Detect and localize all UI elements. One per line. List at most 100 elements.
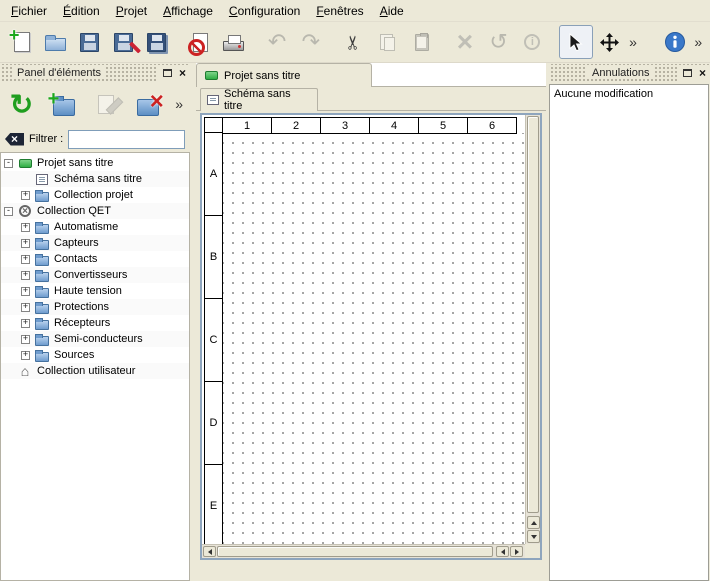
tree-expander-icon[interactable]: [21, 223, 30, 232]
rotate-icon: [489, 29, 507, 55]
undo-icon: [268, 29, 286, 55]
tree-expander-icon[interactable]: [21, 191, 30, 200]
tree-expander-icon[interactable]: [21, 303, 30, 312]
new-element-button[interactable]: [46, 86, 81, 122]
paste-icon: [415, 34, 429, 51]
tree-item[interactable]: Collection QET: [1, 203, 189, 219]
tree-item[interactable]: Récepteurs: [1, 315, 189, 331]
tree-item[interactable]: Haute tension: [1, 283, 189, 299]
tree-expander-icon[interactable]: [21, 319, 30, 328]
tree-item[interactable]: Convertisseurs: [1, 267, 189, 283]
open-document-button[interactable]: [39, 25, 73, 59]
vertical-scrollbar-thumb[interactable]: [527, 116, 539, 513]
move-view-button[interactable]: [593, 25, 627, 59]
save-as-button[interactable]: [106, 25, 140, 59]
close-panel-button[interactable]: ×: [175, 66, 190, 81]
tree-item[interactable]: Collection projet: [1, 187, 189, 203]
tree-expander-icon[interactable]: [4, 207, 13, 216]
scroll-right-button[interactable]: [510, 546, 523, 557]
new-document-button[interactable]: [5, 25, 39, 59]
toolbar-overflow-button[interactable]: »: [626, 25, 640, 59]
delete-element-button[interactable]: [130, 86, 165, 122]
paste-button[interactable]: [405, 25, 439, 59]
elements-panel-toolbar: »: [0, 82, 190, 126]
tree-item[interactable]: Projet sans titre: [1, 155, 189, 171]
project-icon: [205, 71, 218, 80]
scroll-up-button[interactable]: [527, 516, 540, 529]
project-tab-label: Projet sans titre: [224, 70, 300, 82]
panel-overflow-button[interactable]: »: [172, 87, 186, 121]
delete-button[interactable]: [448, 25, 482, 59]
tree-expander-icon[interactable]: [21, 335, 30, 344]
rotate-button[interactable]: [482, 25, 516, 59]
select-pointer-button[interactable]: [559, 25, 593, 59]
tree-item[interactable]: Semi-conducteurs: [1, 331, 189, 347]
tree-item-label: Capteurs: [54, 237, 99, 249]
tree-expander-icon[interactable]: [21, 255, 30, 264]
scroll-left-button[interactable]: [203, 546, 216, 557]
edit-element-button[interactable]: [88, 86, 123, 122]
print-icon: [223, 41, 244, 51]
tree-item-label: Haute tension: [54, 285, 122, 297]
clear-filter-icon[interactable]: [5, 133, 24, 146]
toolbar-separator: [438, 27, 448, 57]
close-document-button[interactable]: [183, 25, 217, 59]
toolbar-overflow-button[interactable]: »: [692, 25, 706, 59]
menu-item[interactable]: Édition: [55, 1, 108, 21]
tree-item[interactable]: Collection utilisateur: [1, 363, 189, 379]
undo-button[interactable]: [260, 25, 294, 59]
toolbar-overflow-icon: »: [694, 34, 702, 50]
cut-button[interactable]: [337, 25, 371, 59]
float-panel-button[interactable]: [680, 66, 695, 81]
schema-view[interactable]: 123456 ABCDE: [200, 113, 542, 560]
scroll-down-button[interactable]: [527, 530, 540, 543]
about-qet-button[interactable]: [658, 25, 692, 59]
menu-item[interactable]: Aide: [372, 1, 412, 21]
print-button[interactable]: [217, 25, 251, 59]
tree-item-label: Semi-conducteurs: [54, 333, 143, 345]
tree-expander-icon[interactable]: [21, 271, 30, 280]
save-all-button[interactable]: [140, 25, 174, 59]
tree-item[interactable]: Sources: [1, 347, 189, 363]
undo-list[interactable]: Aucune modification: [549, 84, 709, 581]
tree-expander-icon[interactable]: [21, 239, 30, 248]
new-element-icon: [53, 99, 75, 116]
tree-expander-icon[interactable]: [21, 351, 30, 360]
schema-tab-label: Schéma sans titre: [224, 88, 311, 112]
scroll-left-button[interactable]: [496, 546, 509, 557]
menu-item[interactable]: Fenêtres: [308, 1, 371, 21]
copy-icon: [384, 37, 395, 51]
elements-panel-titlebar[interactable]: Panel d'éléments ×: [0, 64, 190, 82]
schema-grid[interactable]: [223, 133, 525, 544]
tab-project[interactable]: Projet sans titre: [196, 63, 372, 87]
tab-schema[interactable]: Schéma sans titre: [200, 88, 318, 111]
menu-item[interactable]: Fichier: [3, 1, 55, 21]
menu-item[interactable]: Configuration: [221, 1, 308, 21]
copy-button[interactable]: [371, 25, 405, 59]
menu-item[interactable]: Projet: [108, 1, 155, 21]
close-panel-button[interactable]: ×: [695, 66, 710, 81]
tree-expander-icon[interactable]: [4, 159, 13, 168]
element-info-button[interactable]: [516, 25, 550, 59]
tree-expander-icon[interactable]: [21, 287, 30, 296]
save-button[interactable]: [72, 25, 106, 59]
schema-sheet[interactable]: 123456 ABCDE: [202, 115, 525, 544]
vertical-scrollbar[interactable]: [525, 115, 540, 544]
tree-item-label: Convertisseurs: [54, 269, 127, 281]
menu-item[interactable]: Affichage: [155, 1, 221, 21]
tree-item[interactable]: Contacts: [1, 251, 189, 267]
horizontal-scrollbar-thumb[interactable]: [217, 546, 493, 557]
tree-item[interactable]: Capteurs: [1, 235, 189, 251]
tree-item[interactable]: Protections: [1, 299, 189, 315]
tree-item[interactable]: Schéma sans titre: [1, 171, 189, 187]
reload-collections-button[interactable]: [4, 86, 39, 122]
float-panel-button[interactable]: [160, 66, 175, 81]
redo-button[interactable]: [294, 25, 328, 59]
tree-item[interactable]: Automatisme: [1, 219, 189, 235]
element-info-icon: [524, 34, 540, 50]
tree-item-label: Contacts: [54, 253, 97, 265]
undo-panel-titlebar[interactable]: Annulations ×: [549, 64, 710, 82]
horizontal-scrollbar[interactable]: [202, 544, 525, 558]
filter-input[interactable]: [68, 130, 185, 149]
ruler-column-cell: 6: [467, 117, 517, 134]
